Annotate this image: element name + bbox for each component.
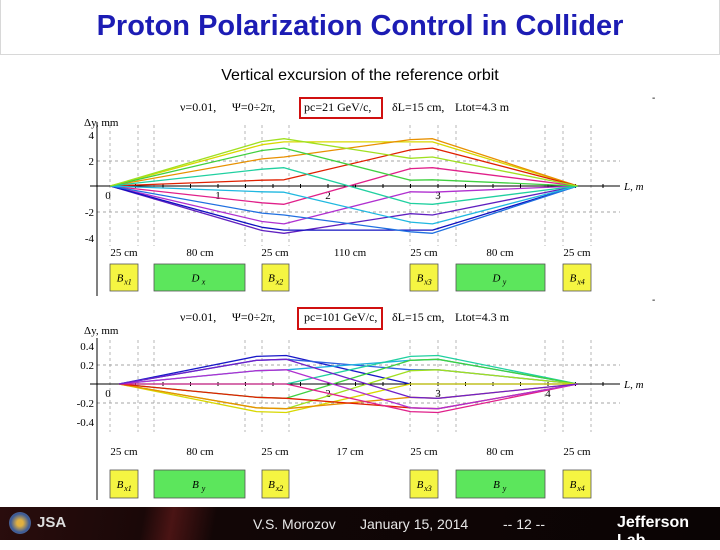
span-length-label: 25 cm [563, 247, 591, 259]
span-length-label: 25 cm [261, 446, 289, 458]
y-tick-label: -0.4 [77, 417, 95, 429]
y-tick-label: 0.2 [80, 360, 94, 372]
magnet-label: B [493, 479, 500, 491]
series-line-8 [110, 185, 578, 234]
magnet-subscript: y [502, 278, 507, 287]
series-line-6 [110, 185, 578, 234]
magnet-subscript: x2 [275, 278, 284, 287]
y-tick-label: -2 [85, 207, 94, 219]
span-length-label: 80 cm [486, 247, 514, 259]
footer-author: V.S. Morozov [253, 516, 336, 532]
magnet-subscript: x3 [423, 278, 432, 287]
span-length-label: 25 cm [410, 247, 438, 259]
magnet-bx3: Bx3 [409, 263, 439, 292]
magnet-box [455, 469, 546, 499]
series-line-2 [110, 138, 578, 187]
doe-logo-icon [9, 512, 31, 534]
magnet-subscript: x4 [576, 484, 585, 493]
magnet-label: B [192, 479, 199, 491]
magnet-bx2: Bx2 [261, 469, 290, 499]
magnet-dy: Dy [455, 263, 546, 292]
span-length-label: 25 cm [110, 446, 138, 458]
tick-mark: - [652, 93, 655, 104]
magnet-subscript: x1 [123, 278, 132, 287]
x-tick-label: 0 [105, 388, 111, 400]
magnet-label: D [492, 273, 501, 285]
magnet-by: By [153, 469, 246, 499]
magnet-label: B [268, 479, 275, 491]
span-length-label: 17 cm [336, 446, 364, 458]
magnet-bx2: Bx2 [261, 263, 290, 292]
span-length-label: 80 cm [186, 247, 214, 259]
span-length-label: 25 cm [110, 247, 138, 259]
param-psi: Ψ=0÷2π, [232, 100, 275, 114]
magnet-label: B [268, 273, 275, 285]
series-line-12 [110, 138, 578, 187]
span-length-label: 25 cm [410, 446, 438, 458]
magnet-box [153, 469, 246, 499]
param-dl: δL=15 cm, [392, 310, 444, 324]
magnet-label: B [570, 479, 577, 491]
span-length-label: 110 cm [334, 247, 367, 259]
y-tick-label: 4 [89, 130, 95, 142]
param-dl: δL=15 cm, [392, 100, 444, 114]
magnet-box [455, 263, 546, 292]
magnet-bx1: Bx1 [109, 469, 139, 499]
span-length-label: 80 cm [486, 446, 514, 458]
y-tick-label: -4 [85, 233, 95, 245]
param-psi: Ψ=0÷2π, [232, 310, 275, 324]
magnet-subscript: x2 [275, 484, 284, 493]
magnet-dx: Dx [153, 263, 246, 292]
x-axis-label: L, m [623, 181, 644, 193]
magnet-by: By [455, 469, 546, 499]
span-length-label: 25 cm [261, 247, 289, 259]
span-length-label: 25 cm [563, 446, 591, 458]
magnet-bx3: Bx3 [409, 469, 439, 499]
y-tick-label: -0.2 [77, 398, 94, 410]
jefferson-lab-logo: Jefferson Lab [617, 514, 690, 549]
param-ltot: Ltot=4.3 m [455, 310, 510, 324]
magnet-subscript: y [201, 484, 206, 493]
param-pc: pc=21 GeV/c, [304, 100, 371, 114]
plot-2: ν=0.01, Ψ=0÷2π, pc=101 GeV/c, δL=15 cm, Ltot… [77, 295, 655, 500]
x-tick-label: 0 [105, 190, 111, 202]
y-axis-label: Δy, mm [84, 117, 119, 129]
magnet-subscript: x1 [123, 484, 132, 493]
magnet-subscript: y [502, 484, 507, 493]
magnet-subscript: x4 [576, 278, 585, 287]
jsa-logo-icon: JSA [37, 514, 67, 531]
x-axis-label: L, m [623, 379, 644, 391]
magnet-label: B [117, 479, 124, 491]
param-nu: ν=0.01, [180, 310, 216, 324]
x-tick-label: 1 [215, 190, 221, 202]
plots: ν=0.01, Ψ=0÷2π, pc=21 GeV/c, δL=15 cm, Ltot=… [77, 93, 655, 500]
footer: JSA V.S. Morozov January 15, 2014 -- 12 … [0, 507, 720, 549]
magnet-label: B [417, 273, 424, 285]
footer-date: January 15, 2014 [360, 516, 469, 532]
magnet-subscript: x3 [423, 484, 432, 493]
magnet-label: B [417, 479, 424, 491]
magnet-label: B [570, 273, 577, 285]
footer-page: -- 12 -- [503, 516, 545, 532]
magnet-box [153, 263, 246, 292]
param-nu: ν=0.01, [180, 100, 216, 114]
param-ltot: Ltot=4.3 m [455, 100, 510, 114]
magnet-bx1: Bx1 [109, 263, 139, 292]
tick-mark: - [652, 295, 655, 306]
y-tick-label: 2 [89, 156, 95, 168]
plot-1: ν=0.01, Ψ=0÷2π, pc=21 GeV/c, δL=15 cm, Ltot=… [84, 93, 655, 296]
magnet-bx4: Bx4 [562, 469, 592, 499]
magnet-subscript: x [201, 278, 206, 287]
param-pc: pc=101 GeV/c, [304, 310, 377, 324]
magnet-label: B [117, 273, 124, 285]
y-tick-label: 0.4 [80, 341, 94, 353]
y-axis-label: Δy, mm [84, 325, 119, 337]
magnet-bx4: Bx4 [562, 263, 592, 292]
span-length-label: 80 cm [186, 446, 214, 458]
magnet-label: D [191, 273, 200, 285]
